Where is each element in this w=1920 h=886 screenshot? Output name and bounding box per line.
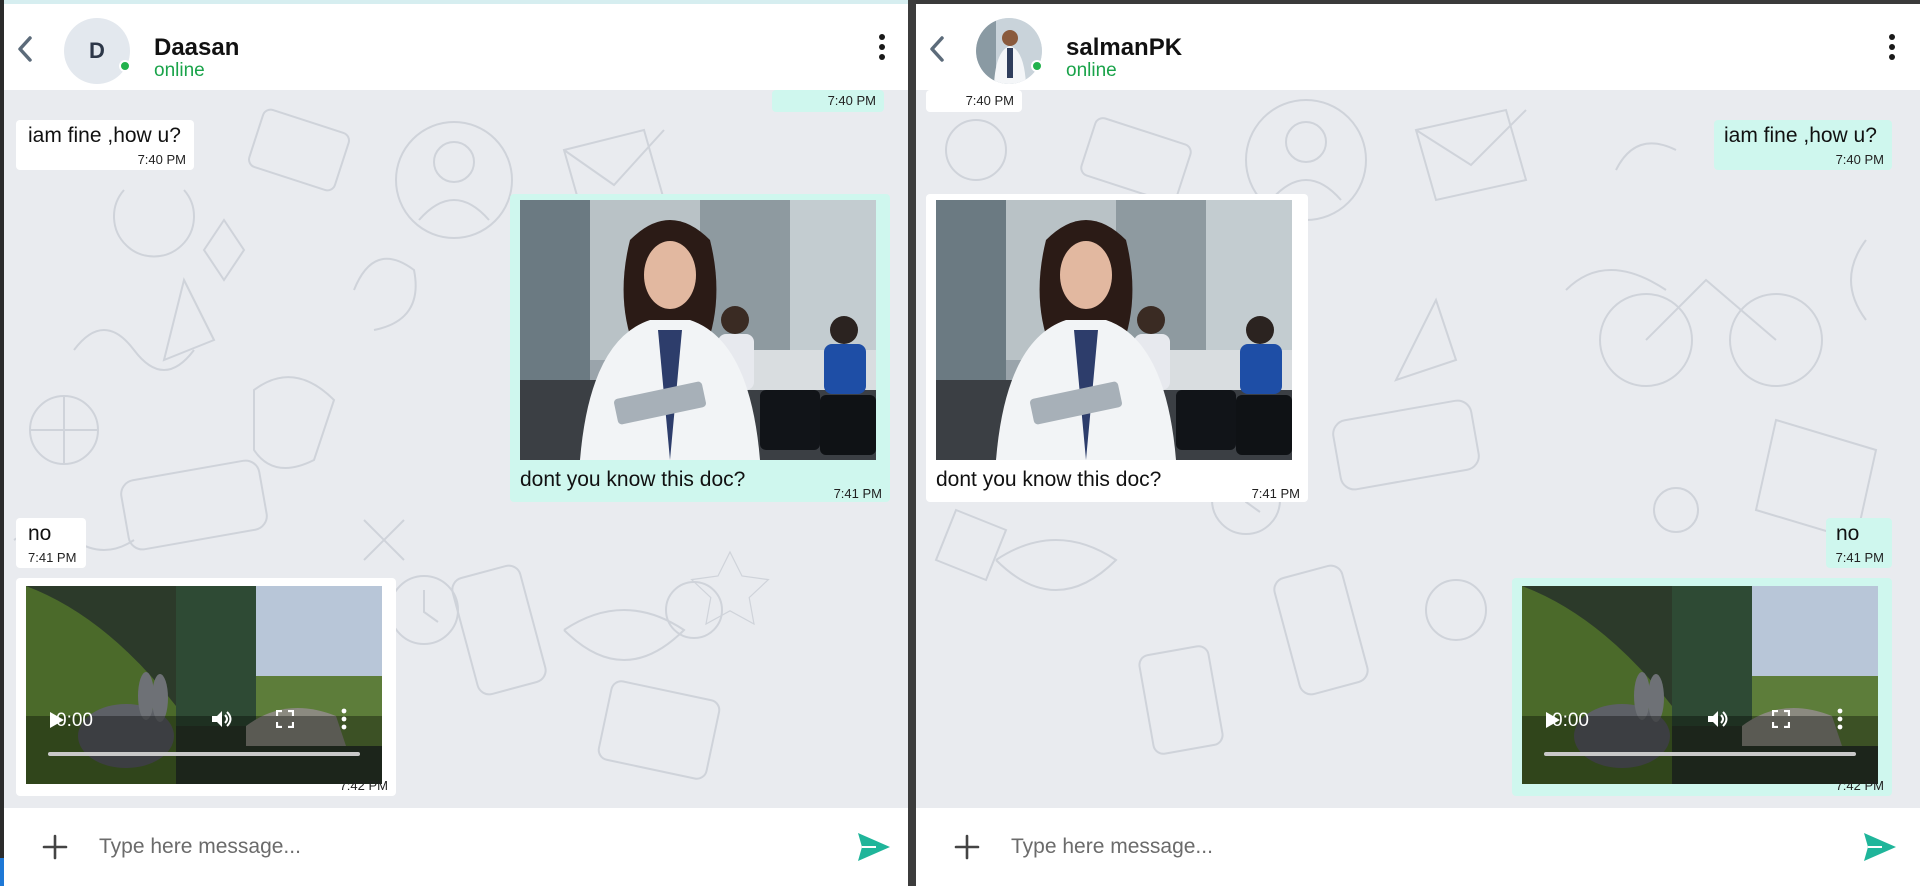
message-list: 7:40 PM iam fine ,how u? 7:40 PM dont yo… [4, 90, 910, 812]
message-bubble-incoming[interactable]: 7:40 PM [926, 90, 1022, 112]
message-time: 7:41 PM [1835, 550, 1884, 565]
video-player[interactable]: 0:00 [26, 586, 382, 784]
message-time: 7:41 PM [1251, 486, 1300, 501]
video-progress-bar[interactable] [1544, 752, 1856, 756]
doctor-photo[interactable] [520, 200, 876, 460]
chat-pane-left: D Daasan online 7:40 PM iam fine ,how u?… [4, 0, 910, 886]
back-chevron-icon[interactable] [924, 32, 950, 66]
video-current-time: 0:00 [1552, 710, 1589, 731]
message-text: no [1836, 522, 1860, 545]
avatar-initial: D [89, 38, 105, 63]
avatar[interactable] [976, 18, 1043, 84]
chat-header: D Daasan online [4, 4, 910, 90]
contact-status: online [1066, 60, 1117, 81]
message-bubble-incoming-video[interactable]: 0:00 7:42 PM [16, 578, 396, 796]
video-current-time: 0:00 [56, 710, 93, 731]
volume-icon[interactable] [210, 708, 232, 730]
chat-pane-right: salmanPK online 7:40 PM iam fine ,how u?… [916, 0, 1920, 886]
back-chevron-icon[interactable] [12, 32, 38, 66]
fullscreen-icon[interactable] [276, 710, 294, 728]
contact-status: online [154, 60, 205, 81]
message-input[interactable] [1011, 826, 1651, 868]
message-time: 7:40 PM [137, 152, 186, 167]
image-caption: dont you know this doc? [520, 468, 746, 491]
volume-icon[interactable] [1706, 708, 1728, 730]
contact-name: Daasan [154, 34, 240, 61]
message-bubble-outgoing[interactable]: no 7:41 PM [1826, 518, 1892, 568]
send-icon[interactable] [856, 830, 892, 864]
message-time: 7:40 PM [827, 93, 876, 108]
message-text: iam fine ,how u? [28, 124, 181, 147]
message-bubble-outgoing-image[interactable]: dont you know this doc? 7:41 PM [510, 194, 890, 502]
message-text: iam fine ,how u? [1724, 124, 1877, 147]
message-list: 7:40 PM iam fine ,how u? 7:40 PM dont yo… [916, 90, 1920, 812]
video-more-icon[interactable] [1836, 708, 1844, 730]
message-bubble-outgoing[interactable]: iam fine ,how u? 7:40 PM [1714, 120, 1892, 170]
online-indicator [1031, 60, 1043, 72]
message-bubble-incoming[interactable]: no 7:41 PM [16, 518, 86, 568]
contact-name: salmanPK [1066, 34, 1183, 61]
fullscreen-icon[interactable] [1772, 710, 1790, 728]
message-time: 7:40 PM [965, 93, 1014, 108]
message-time: 7:40 PM [1835, 152, 1884, 167]
message-time: 7:41 PM [833, 486, 882, 501]
video-more-icon[interactable] [340, 708, 348, 730]
doctor-photo[interactable] [936, 200, 1292, 460]
avatar-photo [976, 18, 1042, 84]
online-indicator [119, 60, 131, 72]
message-text: no [28, 522, 52, 545]
video-player[interactable]: 0:00 [1522, 586, 1878, 784]
message-composer [916, 808, 1920, 886]
avatar[interactable]: D [64, 18, 131, 84]
image-caption: dont you know this doc? [936, 468, 1162, 491]
chat-header: salmanPK online [916, 4, 1920, 90]
message-bubble-incoming-image[interactable]: dont you know this doc? 7:41 PM [926, 194, 1308, 502]
plus-icon[interactable] [40, 832, 70, 862]
message-time: 7:41 PM [28, 550, 77, 565]
message-time: 7:42 PM [1835, 778, 1884, 793]
plus-icon[interactable] [952, 832, 982, 862]
message-bubble-outgoing[interactable]: 7:40 PM [772, 90, 884, 112]
message-time: 7:42 PM [339, 778, 388, 793]
video-progress-bar[interactable] [48, 752, 360, 756]
message-composer [4, 808, 910, 886]
pane-divider [908, 0, 916, 886]
send-icon[interactable] [1862, 830, 1898, 864]
message-bubble-incoming[interactable]: iam fine ,how u? 7:40 PM [16, 120, 194, 170]
message-input[interactable] [99, 826, 739, 868]
screen: D Daasan online 7:40 PM iam fine ,how u?… [0, 0, 1920, 886]
window-edge-accent [0, 858, 4, 886]
more-vertical-icon[interactable] [1884, 32, 1900, 64]
more-vertical-icon[interactable] [874, 32, 890, 64]
message-bubble-outgoing-video[interactable]: 0:00 7:42 PM [1512, 578, 1892, 796]
